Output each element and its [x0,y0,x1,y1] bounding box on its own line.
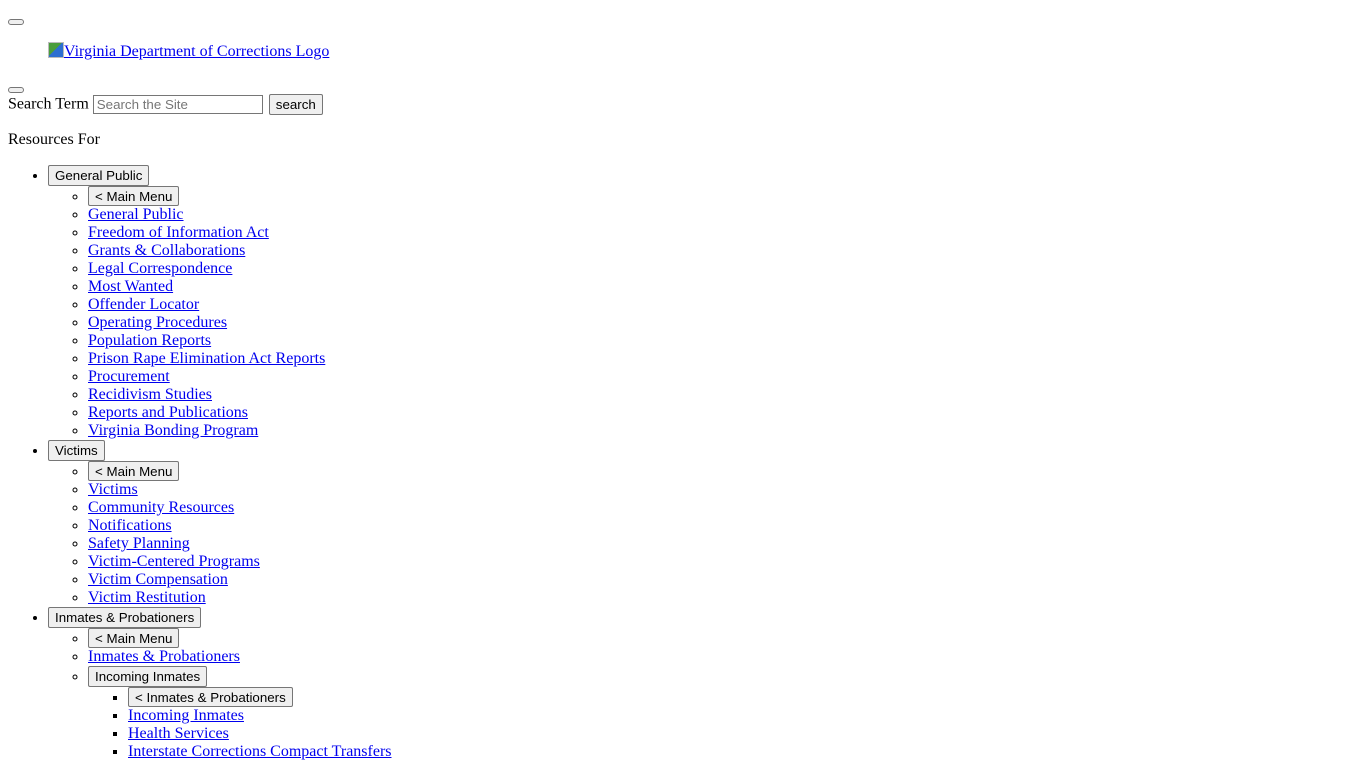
menu-section-inmates-probationers: Inmates & Probationers < Main Menu Inmat… [48,607,392,761]
search-input[interactable] [92,95,263,114]
menu-link[interactable]: Victim Restitution [88,589,206,606]
menu-section-general-public: General Public < Main Menu General Publi… [48,165,392,440]
list-item: General Public [88,206,392,224]
list-item: Health Services [128,725,392,743]
menu-link[interactable]: Victims [88,481,138,498]
list-item: Legal Correspondence [88,260,392,278]
list-item: Victim Compensation [88,571,392,589]
general-public-button[interactable]: General Public [48,165,150,186]
page: Virginia Department of Corrections Logo … [0,0,1366,768]
menu-link[interactable]: Offender Locator [88,296,199,313]
resources-heading: Resources For [8,131,100,148]
menu-link[interactable]: Interstate Corrections Compact Transfers [128,743,392,760]
search-toggle-button[interactable] [8,87,24,93]
list-item: Recidivism Studies [88,386,392,404]
logo-alt-text: Virginia Department of Corrections Logo [64,43,330,60]
menu-section-victims: Victims < Main Menu Victims Community Re… [48,440,392,607]
list-item: < Inmates & Probationers [128,687,392,707]
list-item: Freedom of Information Act [88,224,392,242]
menu-link[interactable]: Reports and Publications [88,404,248,421]
list-item: Victim-Centered Programs [88,553,392,571]
list-item: Virginia Bonding Program [88,422,392,440]
list-item: < Main Menu [88,461,392,481]
menu-link[interactable]: Legal Correspondence [88,260,232,277]
menu-link[interactable]: Inmates & Probationers [88,648,240,665]
logo-link[interactable]: Virginia Department of Corrections Logo [48,42,329,61]
list-item: < Main Menu [88,186,392,206]
menu-link[interactable]: Incoming Inmates [128,707,244,724]
inmates-probationers-back-button[interactable]: < Inmates & Probationers [128,687,293,707]
menu-link[interactable]: Health Services [128,725,229,742]
list-item: Offender Locator [88,296,392,314]
list-item: Grants & Collaborations [88,242,392,260]
list-item: Interstate Corrections Compact Transfers [128,743,392,761]
menu-section-incoming-inmates: Incoming Inmates < Inmates & Probationer… [88,666,392,761]
list-item: Most Wanted [88,278,392,296]
general-public-submenu: < Main Menu General Public Freedom of In… [48,186,392,440]
list-item: Victim Restitution [88,589,392,607]
list-item: Community Resources [88,499,392,517]
menu-link[interactable]: Procurement [88,368,170,385]
menu-link[interactable]: Most Wanted [88,278,173,295]
broken-image-icon [48,42,64,58]
menu-toggle-button[interactable] [8,19,24,25]
menu-link[interactable]: Safety Planning [88,535,190,552]
menu-link[interactable]: Community Resources [88,499,234,516]
menu-link[interactable]: Recidivism Studies [88,386,212,403]
victims-submenu: < Main Menu Victims Community Resources … [48,461,392,607]
menu-link[interactable]: Grants & Collaborations [88,242,245,259]
list-item: Inmates & Probationers [88,648,392,666]
list-item: Notifications [88,517,392,535]
incoming-inmates-button[interactable]: Incoming Inmates [88,666,208,687]
menu-link[interactable]: Operating Procedures [88,314,227,331]
main-menu-back-button[interactable]: < Main Menu [88,461,180,481]
list-item: Prison Rape Elimination Act Reports [88,350,392,368]
menu-link[interactable]: Prison Rape Elimination Act Reports [88,350,325,367]
inmates-probationers-submenu: < Main Menu Inmates & Probationers Incom… [48,628,392,761]
list-item: Incoming Inmates [128,707,392,725]
list-item: Operating Procedures [88,314,392,332]
list-item: < Main Menu [88,628,392,648]
incoming-inmates-submenu: < Inmates & Probationers Incoming Inmate… [88,687,392,761]
menu-link[interactable]: Victim-Centered Programs [88,553,260,570]
main-menu-back-button[interactable]: < Main Menu [88,186,180,206]
list-item: Reports and Publications [88,404,392,422]
inmates-probationers-button[interactable]: Inmates & Probationers [48,607,202,628]
menu-link[interactable]: Notifications [88,517,172,534]
list-item: Safety Planning [88,535,392,553]
search-form: Search Term search [8,94,323,115]
main-menu-back-button[interactable]: < Main Menu [88,628,180,648]
list-item: Procurement [88,368,392,386]
search-button[interactable]: search [268,94,323,115]
menu-link[interactable]: Population Reports [88,332,211,349]
menu-link[interactable]: Freedom of Information Act [88,224,269,241]
resources-menu: General Public < Main Menu General Publi… [48,165,392,761]
menu-link[interactable]: Virginia Bonding Program [88,422,258,439]
victims-button[interactable]: Victims [48,440,105,461]
menu-link[interactable]: Victim Compensation [88,571,228,588]
list-item: Population Reports [88,332,392,350]
list-item: Victims [88,481,392,499]
menu-link[interactable]: General Public [88,206,184,223]
search-label: Search Term [8,95,89,113]
